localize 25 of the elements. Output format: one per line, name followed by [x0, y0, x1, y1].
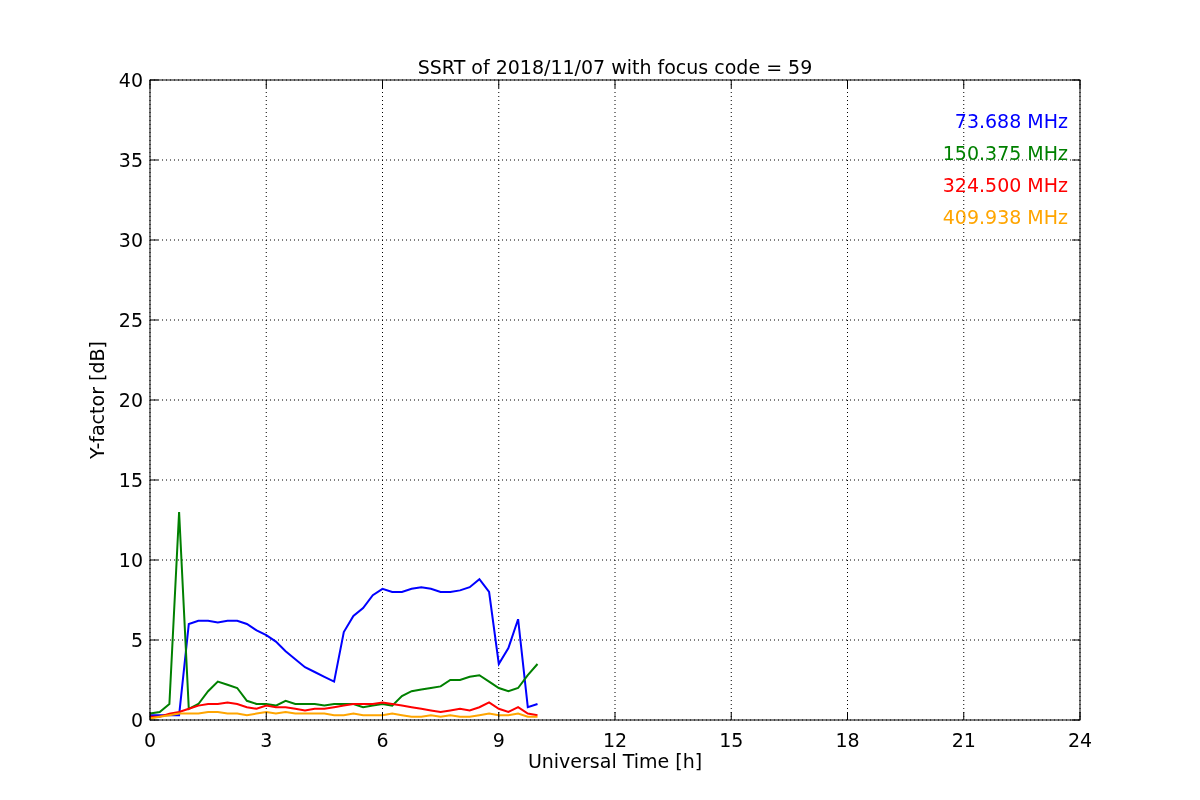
x-tick-label: 0: [143, 729, 157, 751]
x-tick-label: 3: [260, 729, 273, 751]
x-tick-label: 6: [376, 729, 389, 751]
x-tick-label: 24: [1067, 729, 1093, 751]
legend-text: 409.938 MHz: [942, 206, 1068, 228]
x-tick-label: 21: [951, 729, 976, 751]
y-tick-label: 35: [118, 149, 143, 171]
y-tick-label: 20: [118, 389, 143, 411]
y-tick-label: 40: [118, 69, 143, 91]
y-tick-label: 0: [130, 709, 143, 731]
y-tick-label: 15: [118, 469, 143, 491]
x-tick-label: 9: [492, 729, 505, 751]
y-tick-label: 30: [118, 229, 143, 251]
legend-text: 324.500 MHz: [942, 174, 1068, 196]
y-tick-label: 10: [118, 549, 143, 571]
y-tick-label: 5: [130, 629, 143, 651]
x-tick-label: 12: [602, 729, 628, 751]
y-tick-label: 25: [118, 309, 143, 331]
chart-title: SSRT of 2018/11/07 with focus code = 59: [417, 56, 813, 78]
x-tick-label: 18: [835, 729, 860, 751]
x-axis-label: Universal Time [h]: [527, 750, 703, 772]
y-axis-label: Y-factor [dB]: [86, 341, 108, 459]
legend-text: 73.688 MHz: [954, 110, 1068, 132]
legend-text: 150.375 MHz: [942, 142, 1068, 164]
x-tick-label: 15: [719, 729, 744, 751]
